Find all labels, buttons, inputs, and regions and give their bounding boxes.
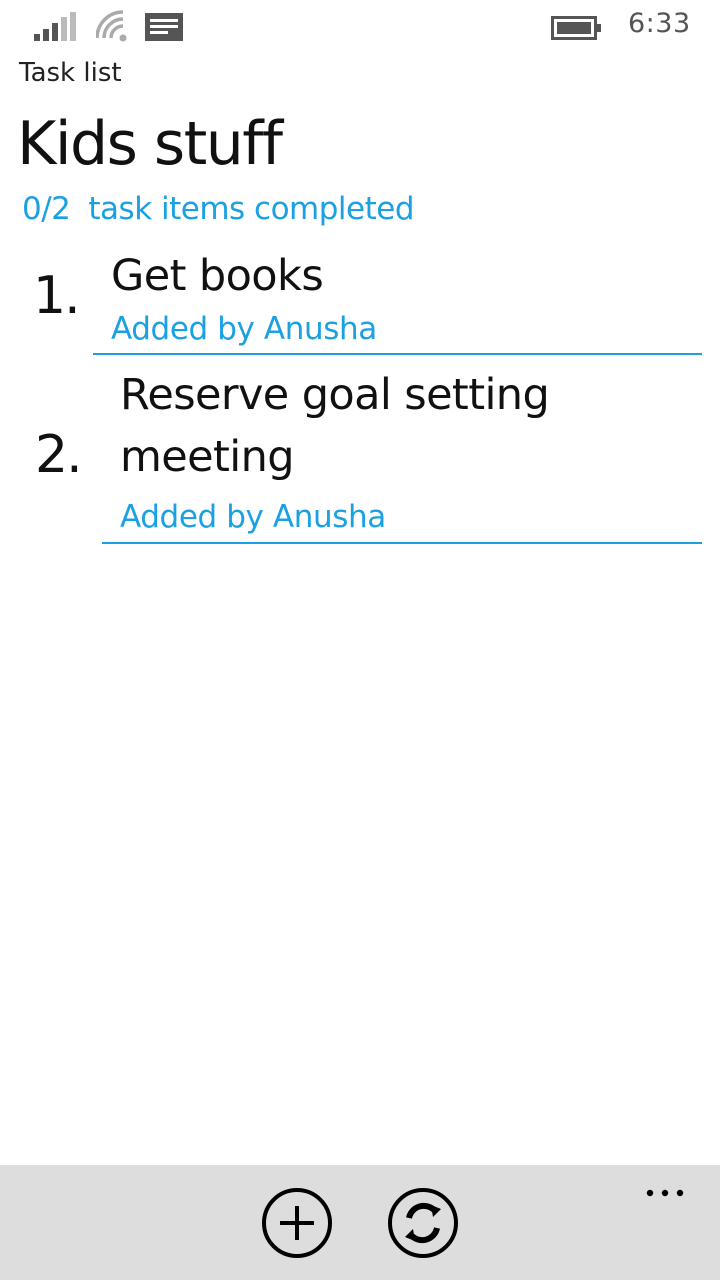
progress-label: task items completed [88,191,415,227]
status-clock: 6:33 [628,8,691,39]
task-divider [102,542,702,544]
wifi-icon [95,10,130,48]
more-options-button[interactable] [632,1171,696,1203]
sync-icon [387,1188,459,1263]
task-title: Get books [111,251,324,301]
progress-count: 0/2 [22,191,71,227]
status-bar: 6:33 [0,0,720,56]
sync-button[interactable] [387,1187,459,1259]
progress-summary: 0/2 task items completed [22,191,415,227]
task-title: Reserve goal setting meeting [120,370,550,482]
task-number: 2. [35,425,83,485]
signal-icon [34,12,80,46]
page-title: Kids stuff [17,109,283,179]
task-author: Added by Anusha [120,499,386,535]
add-task-button[interactable] [261,1187,333,1259]
app-name: Task list [19,58,122,88]
app-bar [0,1165,720,1280]
task-list-screen: 6:33 Task list Kids stuff 0/2 task items … [0,0,720,1280]
more-icon [632,1188,696,1207]
battery-icon [551,16,603,44]
task-author: Added by Anusha [111,311,377,347]
task-divider [93,353,702,355]
add-icon [261,1188,333,1263]
task-number: 1. [33,266,81,326]
message-icon [144,12,184,46]
